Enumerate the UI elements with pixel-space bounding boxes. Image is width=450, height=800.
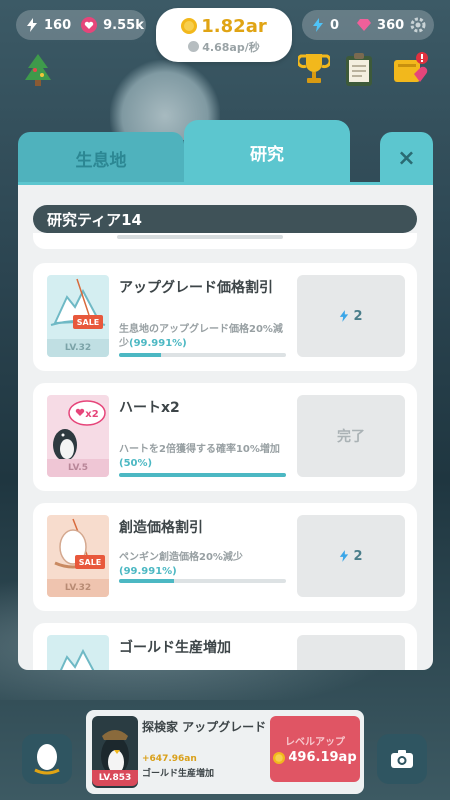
energy-count: 0 (330, 17, 340, 33)
gem-icon (357, 19, 372, 31)
gear-icon[interactable] (410, 17, 426, 33)
card-desc-text: ハートを2倍獲得する確率10%増加 (119, 444, 280, 455)
research-cost: 2 (353, 308, 363, 324)
close-button[interactable]: × (380, 132, 433, 184)
left-resource-pill: 160 9.55k (16, 10, 146, 40)
creation-discount-thumbnail: SALE LV.32 (47, 515, 109, 597)
resource-bar: 160 9.55k 1.82ar 4.68ap/秒 0 360 (16, 8, 434, 62)
progress-fill (119, 579, 175, 583)
research-buy-button[interactable]: 2 (297, 275, 405, 357)
previous-card-edge (33, 233, 417, 249)
clipboard-icon[interactable] (344, 52, 374, 90)
trophy-icon[interactable] (296, 52, 332, 90)
explorer-upgrade-panel[interactable]: LV.853 探検家 アップグレード +647.96an ゴールド生産増加 レベ… (86, 710, 364, 794)
bolt-icon (26, 18, 38, 32)
iceberg-sale-icon: SALE (50, 278, 106, 329)
level-up-button[interactable]: レベルアップ 496.19ap (270, 716, 360, 782)
research-list[interactable]: 研究ティア14 SALE LV.32 アップグレード価格割引 生息地のアップグレ… (18, 182, 433, 670)
sale-tag: SALE (79, 558, 102, 567)
upgrade-discount-thumbnail: SALE LV.32 (47, 275, 109, 357)
gold-production-thumbnail (47, 635, 109, 670)
christmas-tree-icon[interactable] (22, 52, 54, 92)
card-desc-percent: (99.991%) (119, 566, 177, 577)
card-desc-percent: (99.991%) (129, 338, 187, 349)
card-title: ハートx2 (119, 400, 180, 416)
energy-icon (339, 549, 349, 563)
card-description: ペンギン創造価格20%減少 (99.991%) (119, 551, 289, 579)
rate-coin-icon (188, 41, 200, 52)
level-up-cost-value: 496.19ap (288, 750, 357, 765)
sale-tag: SALE (77, 318, 100, 327)
explorer-gain: +647.96an (142, 754, 197, 764)
gold-coin-icon (181, 18, 198, 34)
gold-coin-icon (273, 751, 286, 764)
research-progress-bar (119, 579, 286, 583)
gem-count: 360 (377, 17, 405, 33)
research-buy-button[interactable] (297, 635, 405, 670)
card-desc-percent: (50%) (119, 458, 153, 469)
research-progress-bar (119, 353, 286, 357)
level-up-label: レベルアップ (285, 737, 345, 748)
card-title: 創造価格割引 (119, 520, 203, 536)
gold-amount: 1.82ar (201, 15, 267, 37)
research-modal: 生息地 研究 × 研究ティア14 SALE LV.32 アップグレード価格割引 … (18, 120, 433, 670)
gold-display[interactable]: 1.82ar 4.68ap/秒 (156, 8, 292, 62)
level-up-cost: 496.19ap (273, 750, 357, 765)
explorer-level: LV.853 (92, 770, 138, 786)
heart-x2-thumbnail: x2 LV.5 (47, 395, 109, 477)
progress-fill (119, 353, 161, 357)
progress-fill (119, 473, 286, 477)
card-level: LV.5 (47, 459, 109, 477)
gold-rate: 4.68ap/秒 (202, 40, 260, 54)
heart-coin-icon (81, 17, 98, 33)
explorer-desc: ゴールド生産増加 (142, 769, 215, 779)
egg-sale-icon: SALE (54, 518, 105, 569)
card-description: ハートを2倍獲得する確率10%増加 (50%) (119, 443, 289, 471)
heart-count: 9.55k (103, 17, 144, 33)
card-level: LV.32 (47, 579, 109, 597)
camera-button[interactable] (377, 734, 427, 784)
tab-bar: 生息地 研究 × (18, 120, 433, 184)
card-level: LV.32 (47, 339, 109, 357)
card-title: ゴールド生産増加 (119, 640, 231, 656)
iceberg-icon (59, 648, 95, 670)
card-title: アップグレード価格割引 (119, 280, 273, 296)
camera-icon (391, 750, 413, 768)
right-resource-pill: 0 360 (302, 10, 434, 40)
energy-icon (339, 309, 349, 323)
research-card-upgrade-discount[interactable]: SALE LV.32 アップグレード価格割引 生息地のアップグレード価格20%減… (33, 263, 417, 371)
x2-badge: x2 (85, 409, 98, 420)
research-buy-button[interactable]: 2 (297, 515, 405, 597)
tab-research[interactable]: 研究 (184, 120, 350, 184)
penguin-heart-icon: x2 (53, 400, 106, 461)
research-cost: 2 (353, 548, 363, 564)
card-description: 生息地のアップグレード価格20%減少(99.991%) (119, 323, 289, 351)
tab-habitat[interactable]: 生息地 (18, 132, 184, 184)
explorer-title: 探検家 アップグレード (142, 720, 267, 734)
egg-icon (34, 744, 60, 775)
bolt-count: 160 (44, 17, 72, 33)
create-penguin-button[interactable] (22, 734, 72, 784)
research-card-creation-discount[interactable]: SALE LV.32 創造価格割引 ペンギン創造価格20%減少 (99.991%)… (33, 503, 417, 611)
energy-icon (312, 18, 324, 32)
research-card-heart-x2[interactable]: x2 LV.5 ハートx2 ハートを2倍獲得する確率10%増加 (50%) 完了 (33, 383, 417, 491)
research-card-gold-production[interactable]: ゴールド生産増加 (33, 623, 417, 670)
research-progress-bar (119, 473, 286, 477)
research-complete-button: 完了 (297, 395, 405, 477)
card-desc-text: ペンギン創造価格20%減少 (119, 552, 243, 563)
research-tier-header: 研究ティア14 (33, 205, 417, 233)
mail-box-icon[interactable] (392, 52, 428, 92)
complete-label: 完了 (337, 429, 365, 445)
